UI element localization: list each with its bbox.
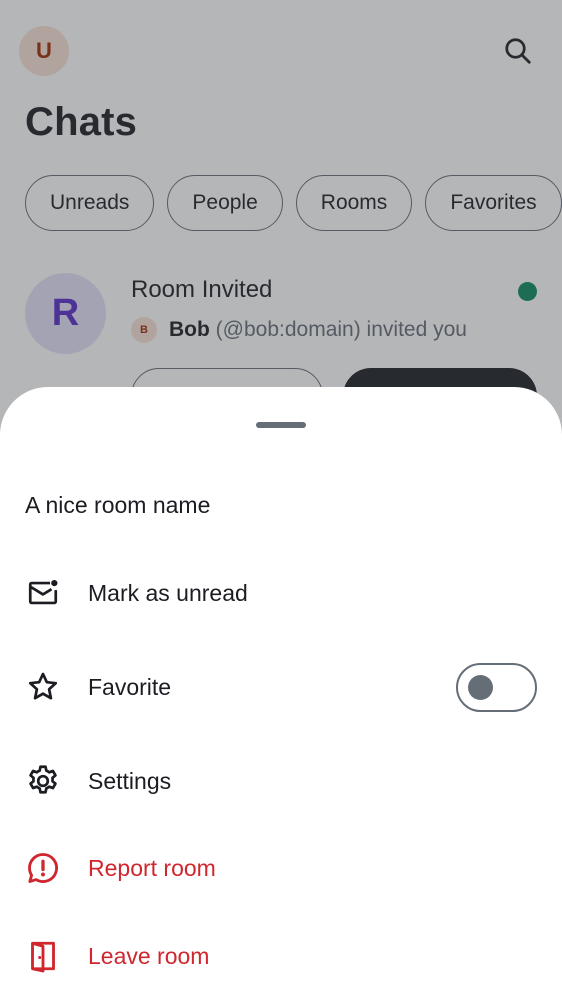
settings-label: Settings: [88, 767, 172, 794]
gear-icon: [25, 763, 61, 799]
room-options-bottom-sheet: A nice room name Mark as unread Favorite: [0, 387, 562, 1000]
leave-door-icon: [25, 938, 61, 974]
mail-unread-icon: [25, 575, 61, 611]
favorite-item[interactable]: Favorite: [0, 647, 562, 727]
settings-item[interactable]: Settings: [0, 741, 562, 821]
leave-room-label: Leave room: [88, 942, 210, 969]
mark-as-unread-item[interactable]: Mark as unread: [0, 553, 562, 633]
leave-room-item[interactable]: Leave room: [0, 916, 562, 996]
mark-as-unread-label: Mark as unread: [88, 579, 248, 606]
sheet-title: A nice room name: [25, 492, 211, 518]
report-room-label: Report room: [88, 854, 216, 881]
report-room-item[interactable]: Report room: [0, 828, 562, 908]
toggle-knob: [468, 675, 493, 700]
report-icon: [25, 850, 61, 886]
favorite-label: Favorite: [88, 673, 172, 700]
drag-handle[interactable]: [256, 422, 306, 428]
favorite-toggle[interactable]: [456, 663, 537, 712]
star-icon: [25, 669, 61, 705]
